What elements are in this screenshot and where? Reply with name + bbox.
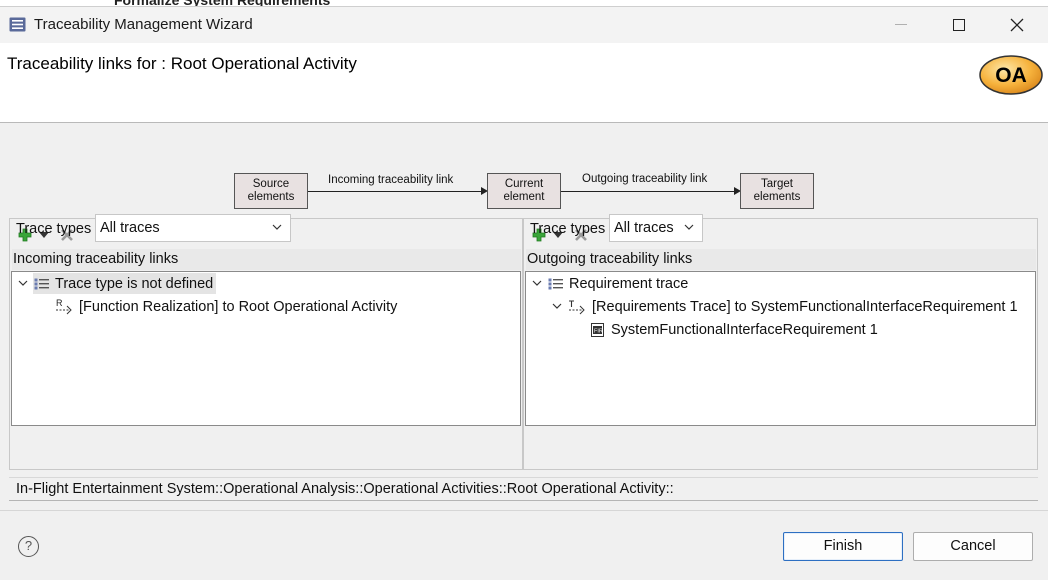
target-label-line1: Target	[761, 178, 793, 190]
wizard-header: Traceability links for : Root Operationa…	[0, 43, 1048, 123]
incoming-trace-types-label: Trace types	[16, 221, 92, 237]
close-icon	[1010, 18, 1024, 32]
trace-type-icon	[33, 276, 51, 292]
minimize-button[interactable]	[872, 7, 930, 43]
current-label-line2: element	[503, 191, 545, 203]
incoming-trace-types-select[interactable]: All traces	[95, 214, 291, 242]
chevron-down-icon	[532, 280, 542, 286]
outgoing-links-tree[interactable]: Requirement trace [Requirements Trace] t…	[525, 271, 1036, 426]
close-button[interactable]	[988, 7, 1046, 43]
incoming-links-pane: Incoming traceability links Trace type i…	[9, 218, 523, 470]
realization-link-icon: R	[55, 299, 75, 315]
traceability-diagram: Source elements Incoming traceability lin…	[0, 160, 1048, 220]
page-title: Traceability links for : Root Operationa…	[7, 54, 357, 73]
wizard-footer: ? Finish Cancel	[0, 510, 1048, 580]
help-icon[interactable]: ?	[18, 536, 39, 557]
incoming-link-label: Incoming traceability link	[328, 174, 454, 186]
source-label-line1: Source	[252, 178, 290, 190]
requirement-icon: FIR	[589, 322, 607, 338]
expand-toggle[interactable]	[17, 277, 29, 289]
trace-type-icon	[547, 276, 565, 292]
target-elements-box: Target elements	[740, 173, 814, 209]
finish-button[interactable]: Finish	[783, 532, 903, 561]
tree-node-function-realization[interactable]: R [Function Realization] to Root Operati…	[55, 296, 397, 317]
svg-text:R: R	[56, 299, 63, 308]
chevron-down-icon	[552, 303, 562, 309]
tree-node-label: [Requirements Trace] to SystemFunctional…	[592, 298, 1018, 315]
chevron-down-icon	[684, 224, 694, 230]
requirement-trace-link-icon	[568, 299, 588, 315]
tree-node-requirement-trace[interactable]: Requirement trace	[547, 273, 688, 294]
source-label-line2: elements	[247, 191, 295, 203]
outgoing-link-label: Outgoing traceability link	[582, 173, 708, 185]
title-bar: Traceability Management Wizard	[0, 6, 1048, 43]
outgoing-trace-types-select[interactable]: All traces	[609, 214, 703, 242]
logo-text: OA	[995, 64, 1027, 87]
wizard-app-icon	[9, 17, 26, 32]
incoming-trace-types-value: All traces	[100, 220, 160, 236]
outgoing-trace-types-label: Trace types	[530, 221, 606, 237]
minimize-icon	[895, 24, 907, 25]
operational-analysis-logo: OA	[979, 55, 1043, 95]
cancel-button[interactable]: Cancel	[913, 532, 1033, 561]
tree-node-label: [Function Realization] to Root Operation…	[79, 298, 398, 315]
element-path: In-Flight Entertainment System::Operatio…	[9, 477, 1038, 501]
incoming-links-tree[interactable]: Trace type is not defined R [Function Re…	[11, 271, 521, 426]
incoming-arrow-line	[308, 191, 482, 192]
svg-text:FIR: FIR	[594, 328, 603, 334]
tree-node-trace-type[interactable]: Trace type is not defined	[33, 273, 217, 294]
expand-toggle[interactable]	[531, 277, 543, 289]
incoming-links-title: Incoming traceability links	[12, 249, 521, 270]
tree-node-label: Trace type is not defined	[55, 275, 214, 292]
outgoing-links-pane: Outgoing traceability links Requirement …	[523, 218, 1038, 470]
tree-node-label: Requirement trace	[569, 275, 689, 292]
tree-node-requirements-trace-link[interactable]: [Requirements Trace] to SystemFunctional…	[568, 296, 1018, 317]
current-element-box: Current element	[487, 173, 561, 209]
maximize-button[interactable]	[930, 7, 988, 43]
tree-node-requirement[interactable]: FIR SystemFunctionalInterfaceRequirement…	[589, 319, 878, 340]
current-label-line1: Current	[504, 178, 544, 190]
chevron-down-icon	[272, 224, 282, 230]
outgoing-trace-types-value: All traces	[614, 220, 674, 236]
target-label-line2: elements	[753, 191, 801, 203]
maximize-icon	[953, 19, 965, 31]
window-title: Traceability Management Wizard	[34, 16, 253, 33]
expand-toggle[interactable]	[551, 300, 563, 312]
chevron-down-icon	[18, 280, 28, 286]
outgoing-arrow-line	[561, 191, 735, 192]
outgoing-links-title: Outgoing traceability links	[526, 249, 1036, 270]
source-elements-box: Source elements	[234, 173, 308, 209]
tree-node-label: SystemFunctionalInterfaceRequirement 1	[611, 321, 878, 338]
